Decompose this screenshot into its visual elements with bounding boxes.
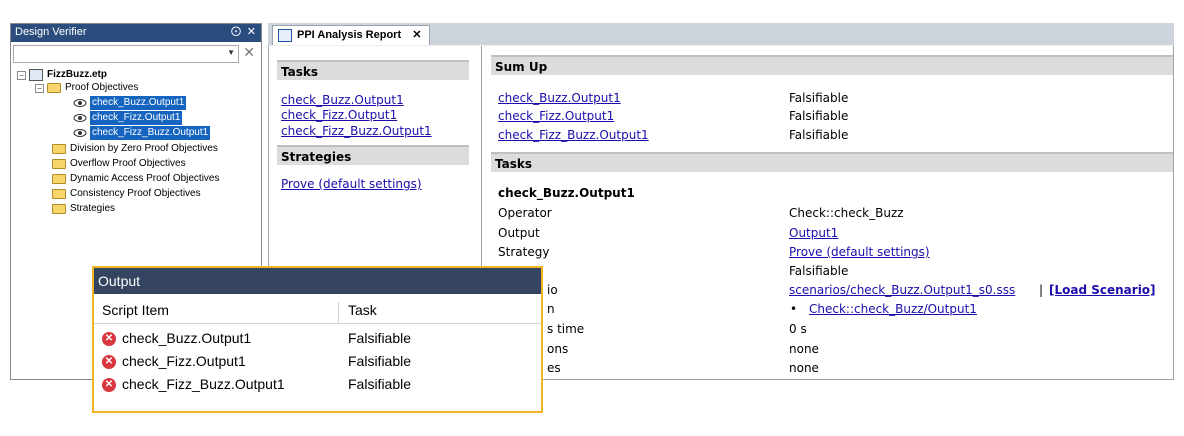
folder-icon (52, 189, 66, 199)
strategy-label: Strategy (498, 245, 550, 259)
tasks-header: Tasks (277, 60, 469, 80)
tree-node-folder[interactable]: Division by Zero Proof Objectives (52, 142, 218, 156)
clear-filter-icon[interactable]: ✕ (243, 44, 255, 61)
folder-icon (52, 144, 66, 154)
path-label: n (547, 302, 555, 316)
scenario-link[interactable]: scenarios/check_Buzz.Output1_s0.sss (789, 283, 1015, 297)
options-value: none (789, 342, 819, 356)
proof-objectives-label: Proof Objectives (65, 82, 139, 93)
output-row[interactable]: ✕ check_Fizz_Buzz.Output1 Falsifiable (94, 376, 541, 398)
col-task[interactable]: Task (348, 302, 377, 318)
tree-node-folder[interactable]: Consistency Proof Objectives (52, 187, 201, 201)
output-title: Output (94, 268, 541, 294)
error-icon: ✕ (102, 355, 116, 369)
output-link[interactable]: Output1 (789, 226, 838, 240)
output-item: check_Fizz.Output1 (122, 353, 246, 369)
tree-node-project[interactable]: − FizzBuzz.etp (17, 68, 107, 82)
sumup-result: Falsifiable (789, 91, 849, 105)
tree-node-objective[interactable]: check_Fizz_Buzz.Output1 (73, 126, 211, 140)
result-value: Falsifiable (789, 264, 849, 278)
sumup-result: Falsifiable (789, 128, 849, 142)
output-task: Falsifiable (348, 353, 412, 369)
output-task: Falsifiable (348, 330, 412, 346)
output-panel: Output Script Item Task ✕ check_Buzz.Out… (92, 266, 543, 413)
objective-label: check_Fizz_Buzz.Output1 (90, 126, 211, 140)
options-label: ons (547, 342, 569, 356)
folder-label: Strategies (70, 203, 116, 214)
strategy-link[interactable]: Prove (default settings) (281, 177, 422, 191)
document-tabstrip: PPI Analysis Report ✕ (268, 23, 1174, 45)
sumup-link[interactable]: check_Buzz.Output1 (498, 91, 621, 105)
sumup-link[interactable]: check_Fizz.Output1 (498, 109, 614, 123)
filter-row: ▼ ✕ (11, 44, 261, 65)
error-icon: ✕ (102, 332, 116, 346)
path-link[interactable]: Check::check_Buzz/Output1 (809, 302, 977, 316)
error-icon: ✕ (102, 378, 116, 392)
tab-ppi-analysis-report[interactable]: PPI Analysis Report ✕ (272, 25, 431, 45)
column-divider[interactable] (338, 302, 339, 323)
operator-label: Operator (498, 206, 552, 220)
output-task: Falsifiable (348, 376, 412, 392)
eye-icon (73, 114, 87, 122)
task-link[interactable]: check_Fizz_Buzz.Output1 (281, 124, 432, 138)
sumup-result: Falsifiable (789, 109, 849, 123)
filter-combobox[interactable]: ▼ (13, 45, 239, 63)
folder-label: Overflow Proof Objectives (70, 158, 186, 169)
report-icon (278, 29, 292, 42)
sumup-header: Sum Up (491, 55, 1173, 75)
eye-icon (73, 129, 87, 137)
tree-node-folder[interactable]: Strategies (52, 202, 115, 216)
output-row[interactable]: ✕ check_Fizz.Output1 Falsifiable (94, 353, 541, 375)
time-label: s time (547, 322, 585, 336)
tree-node-objective[interactable]: check_Buzz.Output1 (73, 96, 187, 110)
tree-node-folder[interactable]: Overflow Proof Objectives (52, 157, 186, 171)
col-script-item[interactable]: Script Item (102, 302, 169, 318)
tab-label: PPI Analysis Report (297, 29, 402, 41)
output-item: check_Buzz.Output1 (122, 330, 252, 346)
folder-open-icon (47, 83, 61, 93)
folder-icon (52, 204, 66, 214)
tree-node-folder[interactable]: Dynamic Access Proof Objectives (52, 172, 220, 186)
pin-icon[interactable]: ⨀ (231, 26, 241, 37)
folder-label: Consistency Proof Objectives (70, 188, 201, 199)
bullet-icon: • (790, 302, 798, 316)
objective-label: check_Buzz.Output1 (90, 96, 187, 110)
design-verifier-title: Design Verifier (15, 26, 87, 38)
strategies-header: Strategies (277, 145, 469, 165)
project-label: FizzBuzz.etp (47, 69, 107, 80)
tree-node-proof-objectives[interactable]: − Proof Objectives (35, 81, 138, 95)
changes-label: es (547, 361, 561, 375)
strategy-detail-link[interactable]: Prove (default settings) (789, 245, 930, 259)
tasks-detail-header: Tasks (491, 152, 1173, 172)
folder-label: Division by Zero Proof Objectives (70, 143, 218, 154)
folder-label: Dynamic Access Proof Objectives (70, 173, 220, 184)
changes-value: none (789, 361, 819, 375)
scenario-label: io (547, 283, 558, 297)
objective-label: check_Fizz.Output1 (90, 111, 183, 125)
design-verifier-titlebar: Design Verifier ⨀ ✕ (11, 24, 261, 42)
task-title: check_Buzz.Output1 (498, 186, 635, 200)
output-label: Output (498, 226, 540, 240)
task-link[interactable]: check_Fizz.Output1 (281, 108, 397, 122)
folder-icon (52, 174, 66, 184)
time-value: 0 s (789, 322, 807, 336)
output-header-row: Script Item Task (94, 302, 541, 324)
output-row[interactable]: ✕ check_Buzz.Output1 Falsifiable (94, 330, 541, 352)
chevron-down-icon[interactable]: ▼ (227, 48, 235, 57)
scenario-separator: | (1039, 283, 1044, 297)
folder-icon (52, 159, 66, 169)
operator-value: Check::check_Buzz (789, 206, 904, 220)
task-link[interactable]: check_Buzz.Output1 (281, 93, 404, 107)
collapse-icon[interactable]: − (17, 70, 26, 80)
sumup-link[interactable]: check_Fizz_Buzz.Output1 (498, 128, 649, 142)
project-icon (29, 69, 43, 81)
load-scenario-link[interactable]: [Load Scenario] (1049, 283, 1156, 297)
tree-node-objective[interactable]: check_Fizz.Output1 (73, 111, 183, 125)
eye-icon (73, 99, 87, 107)
close-icon[interactable]: ✕ (247, 25, 256, 38)
collapse-icon[interactable]: − (35, 83, 44, 93)
output-item: check_Fizz_Buzz.Output1 (122, 376, 285, 392)
close-tab-icon[interactable]: ✕ (412, 29, 421, 41)
